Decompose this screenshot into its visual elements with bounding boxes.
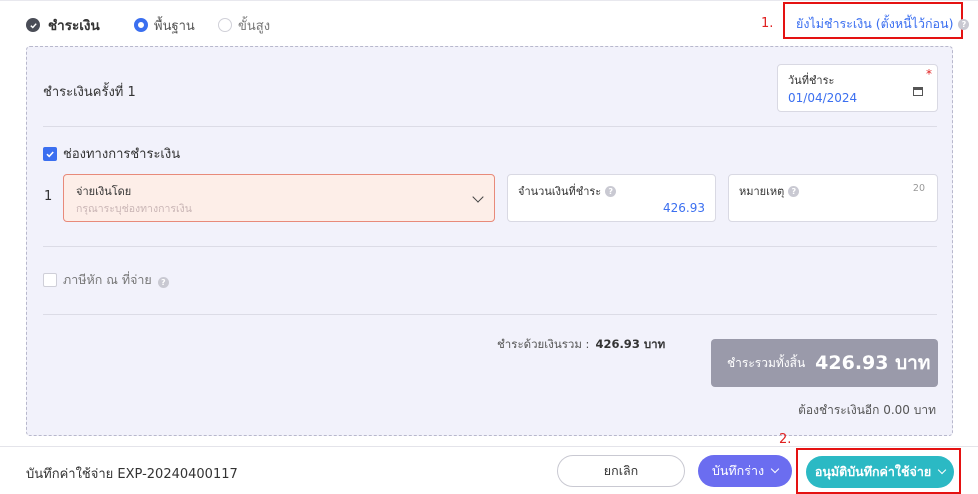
withholding-tax-toggle[interactable]: ภาษีหัก ณ ที่จ่าย ?	[43, 270, 169, 290]
radio-selected-icon	[134, 18, 148, 32]
highlight-box-2	[796, 448, 961, 494]
help-icon[interactable]: ?	[788, 185, 800, 197]
installment-panel: ชำระเงินครั้งที่ 1 วันที่ชำระ * 01/04/20…	[26, 46, 953, 436]
paid-total-value: 426.93 บาท	[595, 337, 666, 351]
calendar-icon[interactable]	[913, 87, 923, 96]
unpaid-link-label: ยังไม่ชำระเงิน (ตั้งหนี้ไว้ก่อน)	[796, 16, 954, 31]
radio-advanced[interactable]: ขั้นสูง	[218, 14, 270, 36]
divider	[43, 314, 937, 315]
radio-unselected-icon	[218, 18, 232, 32]
pay-by-label: จ่ายเงินโดย	[76, 185, 132, 198]
pay-by-placeholder: กรุณาระบุช่องทางการเงิน	[76, 203, 192, 215]
check-circle-icon	[26, 18, 40, 32]
paid-total: ชำระด้วยเงินรวม : 426.93 บาท	[497, 336, 665, 354]
document-title: บันทึกค่าใช้จ่าย EXP-20240400117	[26, 467, 238, 482]
annotation-number-2: 2.	[779, 432, 792, 447]
help-icon[interactable]: ?	[958, 18, 970, 30]
pay-by-select[interactable]: จ่ายเงินโดย กรุณาระบุช่องทางการเงิน	[63, 174, 495, 222]
amount-label-wrap: จำนวนเงินที่ชำระ ?	[518, 182, 617, 200]
annotation-number-1: 1.	[761, 16, 774, 31]
save-draft-label: บันทึกร่าง	[711, 463, 765, 478]
note-label: หมายเหตุ	[739, 185, 785, 198]
char-counter: 20	[912, 183, 925, 194]
help-icon[interactable]: ?	[157, 276, 169, 288]
date-value: 01/04/2024	[788, 91, 858, 105]
payment-channel-toggle[interactable]: ช่องทางการชำระเงิน	[43, 143, 180, 164]
chevron-down-icon	[770, 464, 780, 474]
note-label-wrap: หมายเหตุ ?	[739, 182, 800, 200]
payment-date-field[interactable]: วันที่ชำระ * 01/04/2024	[777, 64, 938, 112]
top-divider	[0, 0, 978, 1]
amount-value: 426.93	[663, 201, 705, 215]
divider	[43, 246, 937, 247]
unpaid-link[interactable]: ยังไม่ชำระเงิน (ตั้งหนี้ไว้ก่อน) ?	[796, 14, 970, 34]
chevron-down-icon	[472, 191, 484, 203]
paid-total-label: ชำระด้วยเงินรวม :	[497, 337, 590, 351]
required-mark: *	[926, 67, 932, 81]
payment-header: ชำระเงิน	[26, 14, 100, 36]
remaining-amount: ต้องชำระเงินอีก 0.00 บาท	[798, 403, 936, 417]
grand-total-label: ชำระรวมทั้งสิ้น	[727, 355, 806, 370]
cancel-button[interactable]: ยกเลิก	[557, 455, 685, 487]
withholding-tax-label: ภาษีหัก ณ ที่จ่าย	[63, 272, 152, 287]
checkbox-unchecked-icon[interactable]	[43, 273, 57, 287]
payment-channel-label: ช่องทางการชำระเงิน	[63, 147, 181, 162]
checkbox-checked-icon[interactable]	[43, 146, 57, 161]
date-label: วันที่ชำระ	[788, 74, 835, 87]
help-icon[interactable]: ?	[605, 185, 617, 197]
save-draft-button[interactable]: บันทึกร่าง	[698, 455, 792, 487]
radio-basic[interactable]: พื้นฐาน	[134, 14, 195, 36]
cancel-label: ยกเลิก	[603, 463, 639, 478]
divider	[43, 126, 937, 127]
amount-field[interactable]: จำนวนเงินที่ชำระ ? 426.93	[507, 174, 716, 222]
amount-label: จำนวนเงินที่ชำระ	[518, 185, 602, 198]
section-title: ชำระเงิน	[48, 18, 100, 34]
radio-advanced-label: ขั้นสูง	[238, 18, 271, 34]
grand-total-box: ชำระรวมทั้งสิ้น 426.93 บาท	[711, 339, 938, 387]
note-field[interactable]: หมายเหตุ ? 20	[728, 174, 938, 222]
radio-basic-label: พื้นฐาน	[154, 18, 195, 34]
installment-title: ชำระเงินครั้งที่ 1	[43, 85, 136, 100]
grand-total-value: 426.93 บาท	[815, 352, 931, 374]
row-index: 1	[44, 189, 53, 204]
